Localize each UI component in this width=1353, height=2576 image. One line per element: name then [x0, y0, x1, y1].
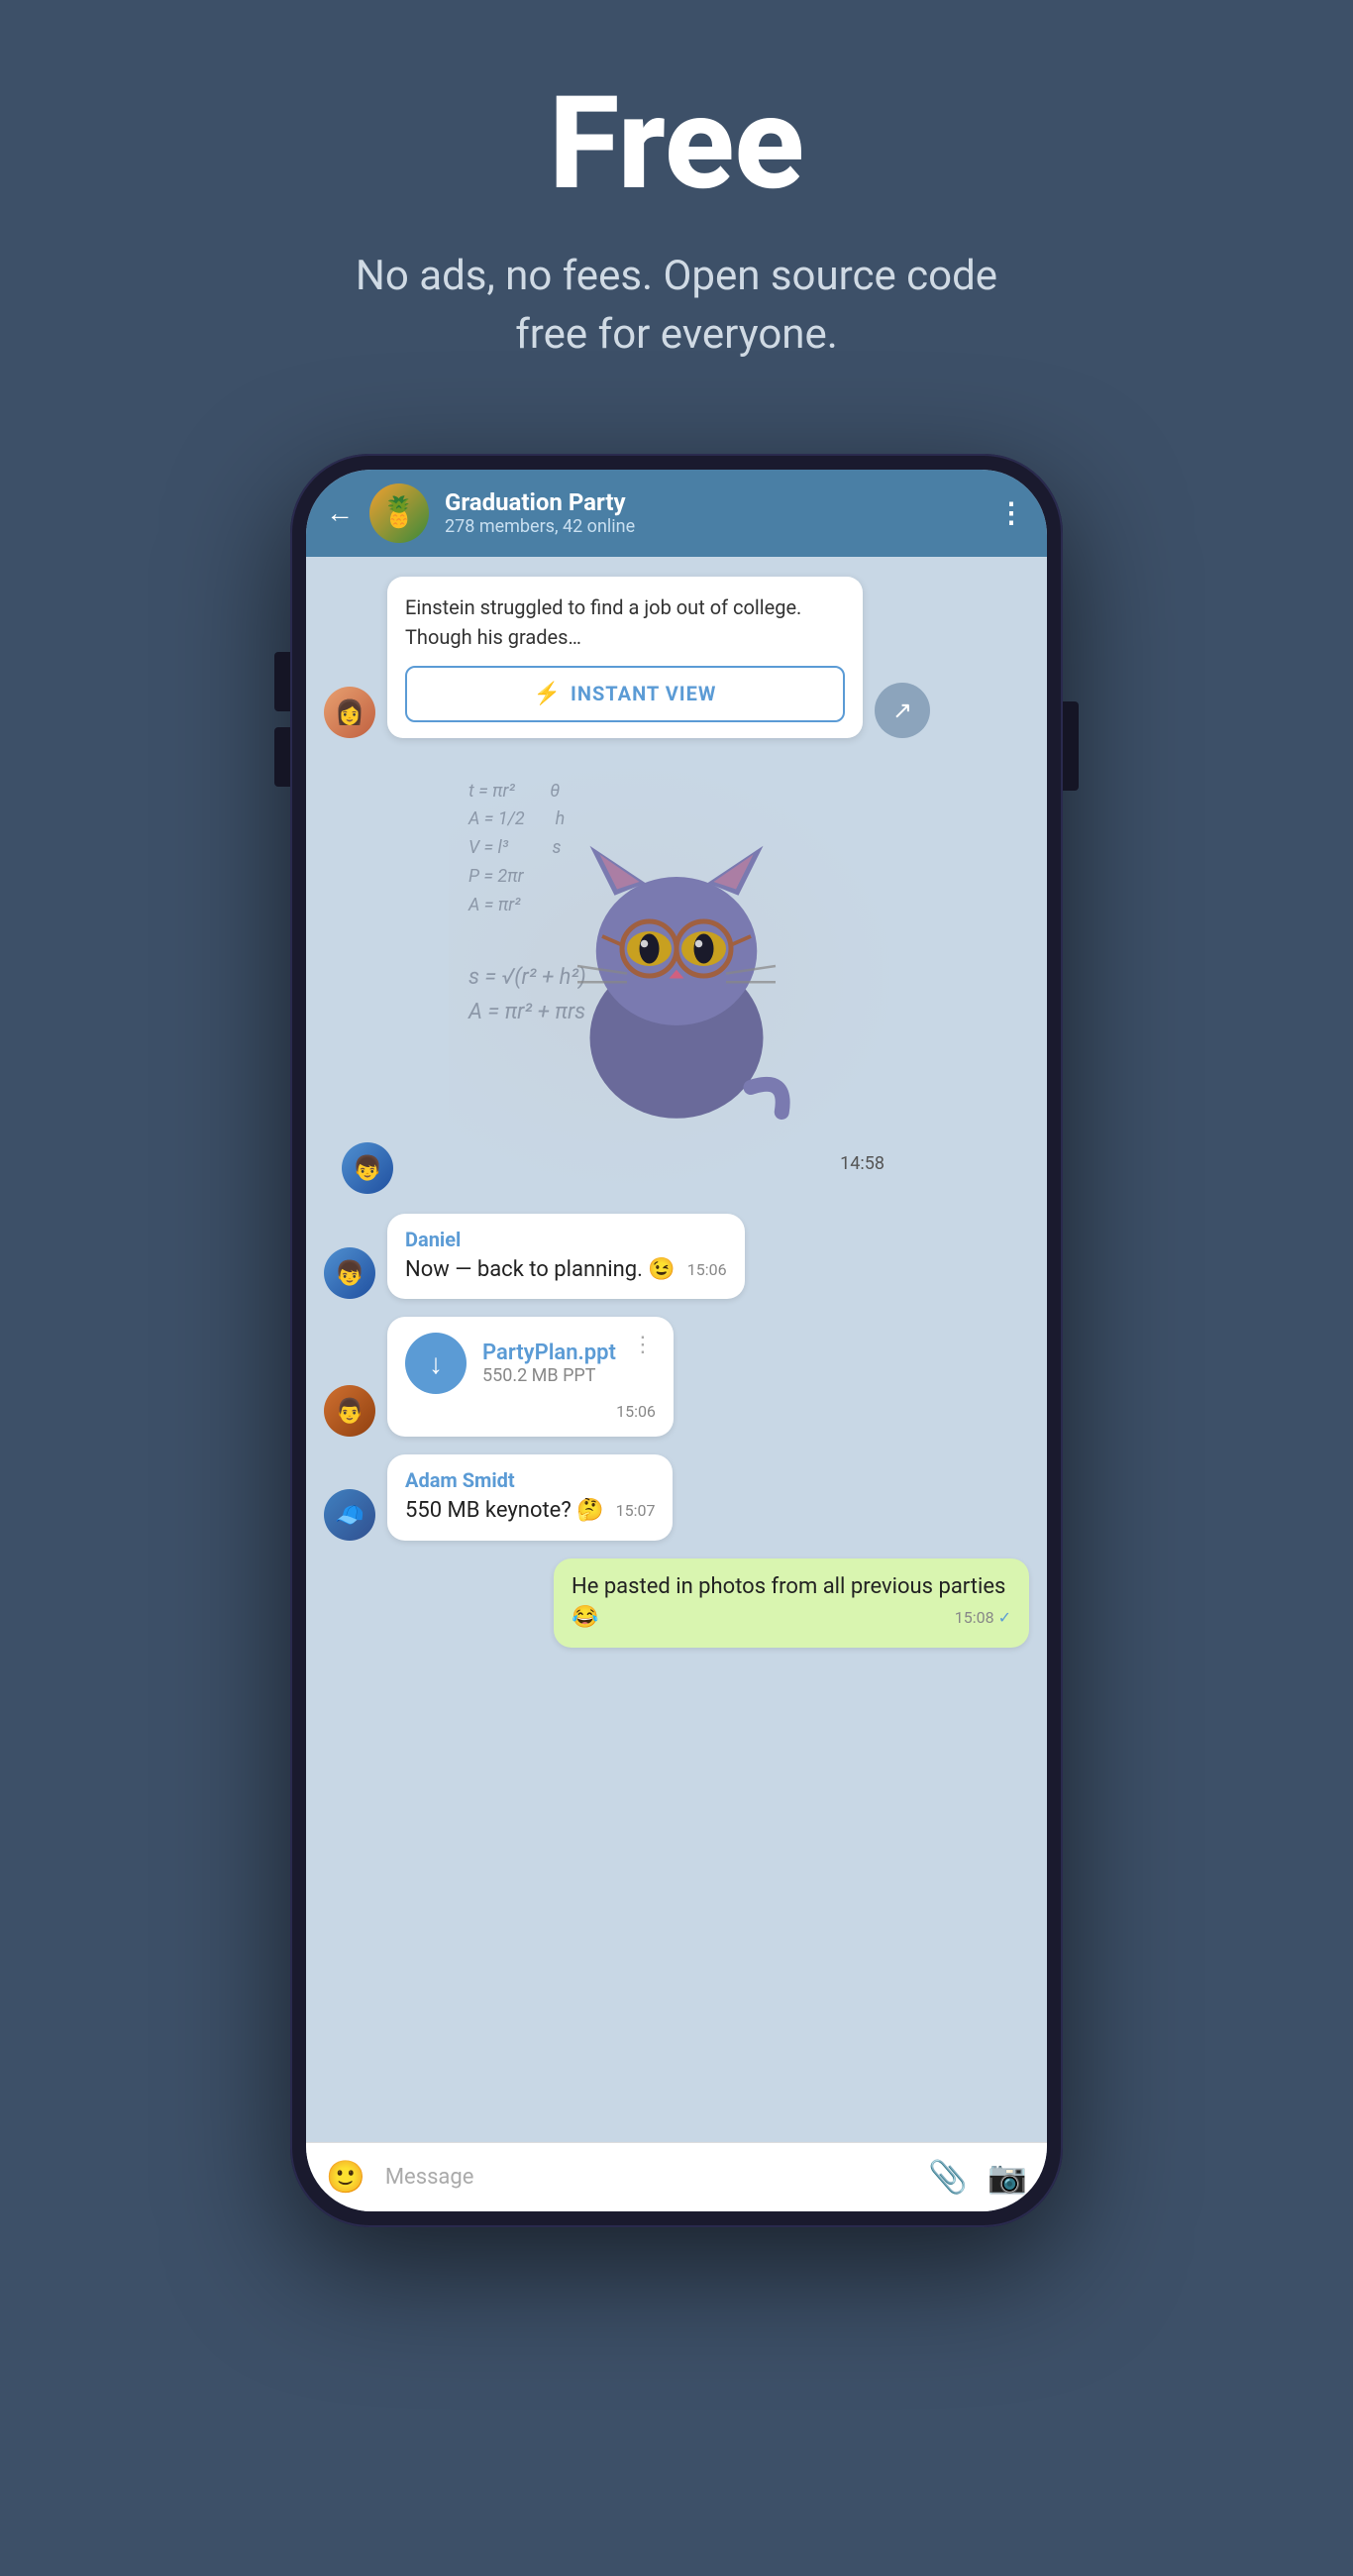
group-name: Graduation Party: [445, 488, 982, 516]
avatar: 🧢: [324, 1489, 375, 1541]
avatar: 👦: [324, 1247, 375, 1299]
sticker-area: 👦 t = πr² θ A = 1/2 h V = l³ s P = 2πr A…: [324, 758, 1029, 1194]
message-row: 👦 Daniel Now — back to planning. 😉 15:06: [324, 1214, 1029, 1300]
volume-down-button: [274, 727, 290, 787]
message-time: 15:06: [687, 1259, 727, 1281]
link-preview-bubble: Einstein struggled to find a job out of …: [387, 577, 863, 738]
hero-title: Free: [330, 79, 1023, 208]
group-members: 278 members, 42 online: [445, 516, 982, 537]
file-size: 550.2 MB PPT: [482, 1365, 616, 1386]
avatar: 👨: [324, 1385, 375, 1437]
hero-subtitle: No ads, no fees. Open source code free f…: [330, 248, 1023, 365]
own-message-bubble: He pasted in photos from all previous pa…: [554, 1558, 1029, 1648]
message-text: 550 MB keynote? 🤔 15:07: [405, 1496, 655, 1527]
message-row: 👩 Einstein struggled to find a job out o…: [324, 577, 1029, 738]
message-bubble: Adam Smidt 550 MB keynote? 🤔 15:07: [387, 1454, 673, 1541]
file-row: ↓ PartyPlan.ppt 550.2 MB PPT ⋮: [405, 1333, 656, 1394]
share-button[interactable]: ↗: [875, 683, 930, 738]
file-info: PartyPlan.ppt 550.2 MB PPT: [482, 1341, 616, 1386]
file-bubble: ↓ PartyPlan.ppt 550.2 MB PPT ⋮ 15:06: [387, 1317, 674, 1437]
link-preview-text: Einstein struggled to find a job out of …: [405, 592, 845, 652]
avatar: 👦: [342, 1142, 393, 1194]
message-sender: Daniel: [405, 1228, 727, 1251]
chat-menu-button[interactable]: ⋮: [997, 496, 1027, 529]
message-row: 👨 ↓ PartyPlan.ppt 550.2 MB PPT ⋮ 15:06: [324, 1317, 1029, 1437]
message-sender: Adam Smidt: [405, 1468, 655, 1492]
group-avatar-emoji: 🍍: [380, 495, 417, 530]
message-text: Now — back to planning. 😉 15:06: [405, 1255, 727, 1286]
camera-button[interactable]: 📷: [988, 2158, 1027, 2196]
avatar: 👩: [324, 687, 375, 738]
sticker-container: t = πr² θ A = 1/2 h V = l³ s P = 2πr A =…: [449, 758, 904, 1194]
message-time: 15:07: [616, 1500, 656, 1522]
instant-view-label: INSTANT VIEW: [571, 682, 716, 705]
instant-view-button[interactable]: ⚡ INSTANT VIEW: [405, 666, 845, 722]
message-check-icon: ✓: [998, 1608, 1011, 1627]
message-row: 🧢 Adam Smidt 550 MB keynote? 🤔 15:07: [324, 1454, 1029, 1541]
back-button[interactable]: ←: [326, 496, 354, 529]
message-input[interactable]: Message: [385, 2157, 908, 2198]
emoji-button[interactable]: 🙂: [326, 2158, 365, 2196]
cat-sticker-image: [548, 827, 805, 1125]
power-button: [1063, 701, 1079, 791]
bolt-icon: ⚡: [534, 682, 561, 706]
file-menu-button[interactable]: ⋮: [632, 1333, 656, 1357]
own-message-text: He pasted in photos from all previous pa…: [572, 1572, 1011, 1634]
phone-screen: ← 🍍 Graduation Party 278 members, 42 onl…: [306, 470, 1047, 2211]
cat-sticker: [548, 827, 805, 1125]
message-bubble: Daniel Now — back to planning. 😉 15:06: [387, 1214, 745, 1300]
volume-up-button: [274, 652, 290, 711]
chat-input-bar: 🙂 Message 📎 📷: [306, 2142, 1047, 2211]
attach-button[interactable]: 📎: [928, 2158, 968, 2196]
hero-section: Free No ads, no fees. Open source code f…: [290, 0, 1063, 424]
phone-shell: ← 🍍 Graduation Party 278 members, 42 onl…: [290, 454, 1063, 2227]
side-buttons-left: [274, 652, 290, 787]
chat-header: ← 🍍 Graduation Party 278 members, 42 onl…: [306, 470, 1047, 557]
chat-body: 👩 Einstein struggled to find a job out o…: [306, 557, 1047, 2142]
message-row-own: He pasted in photos from all previous pa…: [324, 1558, 1029, 1648]
phone-wrapper: ← 🍍 Graduation Party 278 members, 42 onl…: [290, 454, 1063, 2227]
file-name: PartyPlan.ppt: [482, 1341, 616, 1365]
own-message-time: 15:08 ✓: [955, 1607, 1011, 1629]
sticker-time: 14:58: [840, 1153, 885, 1174]
group-avatar: 🍍: [369, 483, 429, 543]
chat-info: Graduation Party 278 members, 42 online: [445, 488, 982, 537]
download-button[interactable]: ↓: [405, 1333, 467, 1394]
file-time: 15:06: [405, 1402, 656, 1421]
